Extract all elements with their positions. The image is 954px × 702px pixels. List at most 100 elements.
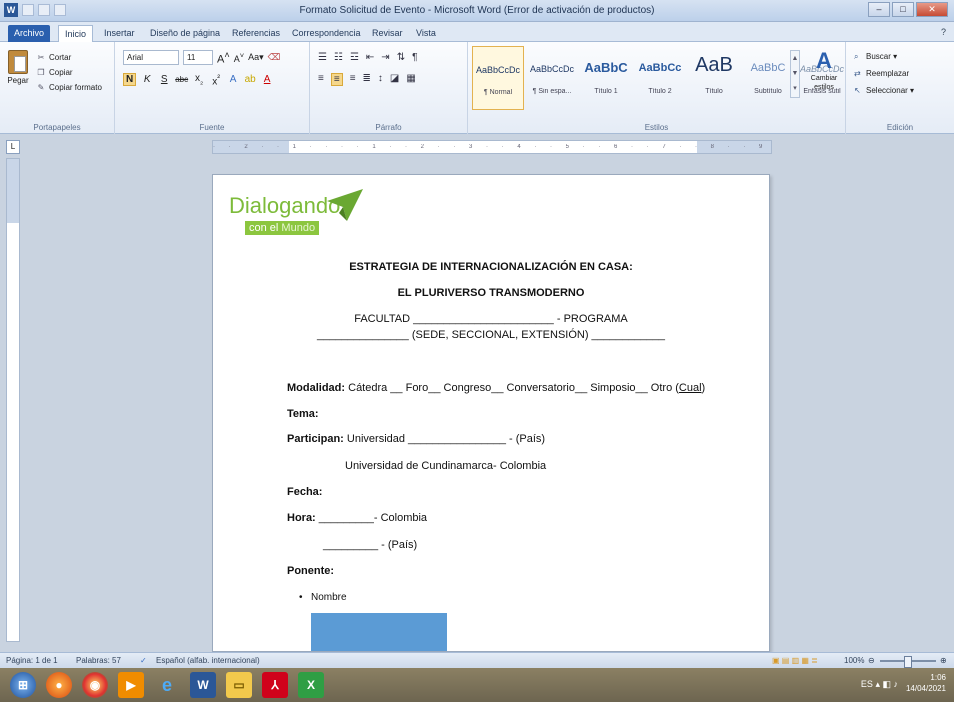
zoom-out-icon[interactable]: ⊖ bbox=[868, 656, 875, 665]
doc-faculty-line: FACULTAD _______________________ - PROGR… bbox=[354, 313, 628, 325]
field-participan-line2: Universidad de Cundinamarca- Colombia bbox=[345, 460, 547, 472]
bold-button[interactable]: N bbox=[123, 73, 137, 87]
acrobat-icon[interactable]: ⅄ bbox=[262, 672, 288, 698]
style-titulo-1[interactable]: AaBbC Título 1 bbox=[580, 46, 632, 110]
tab-insertar[interactable]: Insertar bbox=[98, 25, 141, 42]
align-center-icon[interactable]: ≡ bbox=[330, 73, 343, 86]
media-player-icon[interactable]: ▶ bbox=[118, 672, 144, 698]
paste-button[interactable]: Pegar bbox=[6, 50, 30, 85]
volume-icon[interactable]: ♪ bbox=[894, 679, 899, 689]
font-color-button[interactable]: A bbox=[261, 74, 273, 85]
italic-button[interactable]: K bbox=[141, 74, 153, 85]
tab-diseno-pagina[interactable]: Diseño de página bbox=[144, 25, 226, 42]
shading-icon[interactable]: ◪ bbox=[390, 73, 399, 86]
align-left-icon[interactable]: ≡ bbox=[318, 73, 324, 86]
group-label-editing: Edición bbox=[886, 123, 914, 132]
cut-button[interactable]: ✂ Cortar bbox=[36, 50, 102, 65]
text-effects-button[interactable]: A bbox=[227, 74, 239, 85]
line-spacing-icon[interactable]: ↕ bbox=[378, 73, 383, 86]
style-titulo-2[interactable]: AaBbCc Título 2 bbox=[634, 46, 686, 110]
copy-button[interactable]: ❐ Copiar bbox=[36, 65, 102, 80]
style-titulo[interactable]: AaB Título bbox=[688, 46, 740, 110]
pilcrow-icon[interactable]: ¶ bbox=[412, 52, 417, 63]
maximize-button[interactable]: □ bbox=[892, 2, 914, 17]
font-size-select[interactable]: 11 bbox=[183, 50, 213, 66]
clipboard-icon bbox=[8, 50, 28, 74]
shrink-font-button[interactable]: A˅ bbox=[234, 51, 244, 64]
multilevel-list-icon[interactable]: ☲ bbox=[350, 52, 359, 63]
strikethrough-button[interactable]: abc bbox=[175, 75, 188, 84]
tab-archivo[interactable]: Archivo bbox=[8, 25, 51, 42]
page-count[interactable]: Página: 1 de 1 bbox=[6, 656, 58, 665]
language-tray[interactable]: ES bbox=[861, 679, 873, 689]
close-button[interactable]: ✕ bbox=[916, 2, 948, 17]
document-page[interactable]: Dialogando con el Mundo ESTRATEGIA DE IN… bbox=[212, 174, 770, 652]
change-styles-button[interactable]: A Cambiar estilos bbox=[806, 48, 842, 92]
find-button[interactable]: ⌕ Buscar ▾ bbox=[854, 48, 914, 65]
highlight-button[interactable]: ab bbox=[244, 74, 256, 85]
excel-icon[interactable]: X bbox=[298, 672, 324, 698]
zoom-level[interactable]: 100% bbox=[844, 656, 864, 665]
style-subtitulo[interactable]: AaBbC Subtítulo bbox=[742, 46, 794, 110]
view-buttons[interactable]: ▣ ▤ ▥ ▦ ≣ bbox=[772, 656, 818, 665]
cursor-icon: ↖ bbox=[854, 86, 861, 95]
replace-button[interactable]: ⇄ Reemplazar bbox=[854, 65, 914, 82]
chrome-icon[interactable]: ◉ bbox=[82, 672, 108, 698]
superscript-button[interactable]: x² bbox=[210, 72, 222, 87]
scissors-icon: ✂ bbox=[37, 53, 45, 62]
align-right-icon[interactable]: ≡ bbox=[350, 73, 356, 86]
underline-button[interactable]: S bbox=[158, 74, 170, 85]
increase-indent-icon[interactable]: ⇥ bbox=[381, 52, 389, 63]
doc-sede-line: _______________ (SEDE, SECCIONAL, EXTENS… bbox=[317, 329, 665, 341]
horizontal-ruler[interactable]: · · 2 · · 1 · · · · 1 · · 2 · · 3 · · 4 … bbox=[212, 140, 772, 154]
binoculars-icon: ⌕ bbox=[854, 52, 859, 61]
clear-format-icon[interactable]: ⌫ bbox=[268, 52, 281, 63]
field-tema: Tema: bbox=[287, 408, 319, 420]
taskbar: ⊞ ● ◉ ▶ e W ▭ ⅄ X ES ▴ ◧ ♪ 1:06 14/04/20… bbox=[0, 668, 954, 702]
tab-inicio[interactable]: Inicio bbox=[58, 25, 94, 42]
word-count[interactable]: Palabras: 57 bbox=[76, 656, 121, 665]
tab-revisar[interactable]: Revisar bbox=[366, 25, 409, 42]
language-indicator[interactable]: Español (alfab. internacional) bbox=[156, 656, 260, 665]
field-hora-line2: _________ - (País) bbox=[323, 539, 418, 551]
numbering-icon[interactable]: ☷ bbox=[334, 52, 343, 63]
zoom-slider[interactable] bbox=[880, 656, 936, 668]
clock[interactable]: 1:06 14/04/2021 bbox=[906, 672, 946, 694]
sort-icon[interactable]: ⇅ bbox=[397, 52, 405, 63]
borders-icon[interactable]: ▦ bbox=[406, 73, 415, 86]
tab-correspondencia[interactable]: Correspondencia bbox=[286, 25, 367, 42]
bullets-icon[interactable]: ☰ bbox=[318, 52, 327, 63]
zoom-in-icon[interactable]: ⊕ bbox=[940, 656, 947, 665]
paragraph-group: ☰ ☷ ☲ ⇤ ⇥ ⇅ ¶ ≡ ≡ ≡ ≣ ↕ ◪ ▦ Párrafo bbox=[310, 42, 468, 134]
internet-explorer-icon[interactable]: e bbox=[154, 672, 180, 698]
select-button[interactable]: ↖ Seleccionar ▾ bbox=[854, 82, 914, 99]
grow-font-button[interactable]: A˄ bbox=[217, 50, 230, 66]
dialogando-logo: Dialogando con el Mundo bbox=[229, 189, 363, 257]
blue-image-placeholder[interactable] bbox=[311, 613, 447, 651]
style-normal[interactable]: AaBbCcDc ¶ Normal bbox=[472, 46, 524, 110]
word-taskbar-icon[interactable]: W bbox=[190, 672, 216, 698]
justify-icon[interactable]: ≣ bbox=[363, 73, 371, 86]
minimize-button[interactable]: – bbox=[868, 2, 890, 17]
help-icon[interactable]: ? bbox=[941, 27, 946, 37]
styles-scroll[interactable]: ▲ ▼ ▾ bbox=[790, 50, 800, 98]
spellcheck-icon[interactable]: ✓ bbox=[140, 656, 147, 665]
tab-selector-button[interactable]: L bbox=[6, 140, 20, 154]
field-fecha: Fecha: bbox=[287, 486, 323, 498]
subscript-button[interactable]: x₂ bbox=[193, 73, 205, 86]
tab-referencias[interactable]: Referencias bbox=[226, 25, 286, 42]
status-bar: Página: 1 de 1 Palabras: 57 ✓ Español (a… bbox=[0, 652, 954, 668]
network-icon[interactable]: ▴ ◧ bbox=[875, 679, 891, 689]
start-button[interactable]: ⊞ bbox=[10, 672, 36, 698]
decrease-indent-icon[interactable]: ⇤ bbox=[366, 52, 374, 63]
tab-vista[interactable]: Vista bbox=[410, 25, 442, 42]
style-sin-espaciado[interactable]: AaBbCcDc ¶ Sin espa... bbox=[526, 46, 578, 110]
vertical-ruler[interactable] bbox=[6, 158, 20, 642]
field-ponente: Ponente: bbox=[287, 565, 335, 577]
firefox-icon[interactable]: ● bbox=[46, 672, 72, 698]
font-name-select[interactable]: Arial bbox=[123, 50, 179, 66]
format-painter-button[interactable]: ✎ Copiar formato bbox=[36, 80, 102, 95]
folder-icon[interactable]: ▭ bbox=[226, 672, 252, 698]
change-case-button[interactable]: Aa▾ bbox=[248, 52, 264, 63]
title-bar: W Formato Solicitud de Evento - Microsof… bbox=[0, 0, 954, 22]
